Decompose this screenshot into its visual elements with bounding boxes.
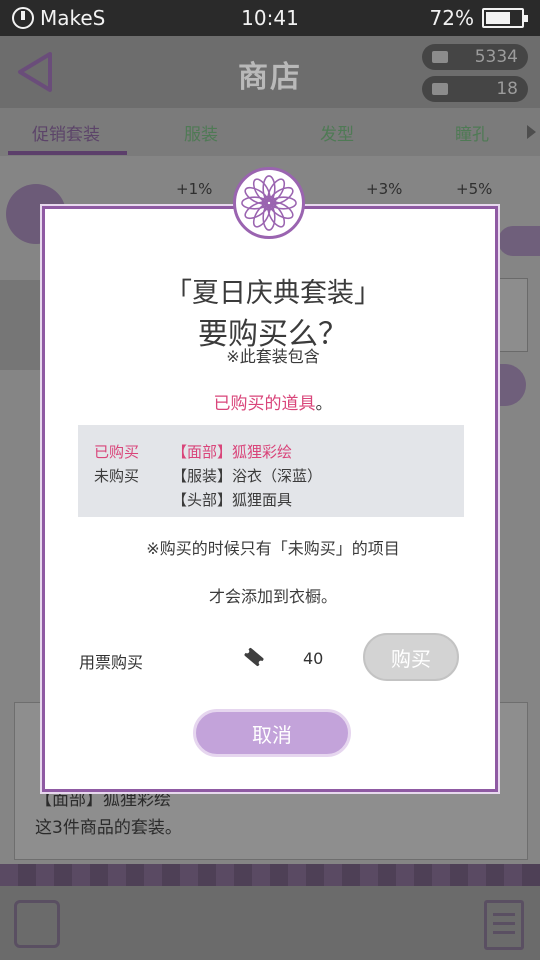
- wardrobe-note-cont: 才会添加到衣橱。: [208, 587, 337, 606]
- tab-clothing[interactable]: 服装: [184, 120, 218, 145]
- buy-button[interactable]: 购买: [363, 633, 459, 681]
- list-item: 【面部】狐狸彩绘: [172, 443, 293, 461]
- stat-bonus: +5%: [456, 180, 493, 198]
- dialog-title: 「夏日庆典套装」: [165, 278, 381, 309]
- flower-icon: [241, 175, 297, 231]
- currency-coins: 5334: [422, 44, 528, 70]
- tab-eyes[interactable]: 瞳孔: [455, 120, 489, 145]
- item-status-purchased: 已购买: [94, 443, 140, 461]
- description-line: 这3件商品的套装。: [35, 818, 182, 838]
- flower-emblem-icon: [233, 167, 305, 239]
- battery-percent: 72%: [429, 6, 474, 30]
- purchase-dialog: 「夏日庆典套装」 要购买么？ ※此套装包含 已购买的道具。 已购买 【面部】狐狸…: [42, 206, 498, 792]
- list-item: 【服装】浴衣（深蓝）: [172, 467, 323, 485]
- battery-status: 72%: [429, 6, 528, 30]
- help-icon: [498, 226, 540, 256]
- level-panel: [0, 280, 44, 370]
- item-status-not-purchased: 未购买: [94, 467, 140, 485]
- currency-tickets: 18: [422, 76, 528, 102]
- memo-icon: [484, 900, 524, 950]
- ticket-purchase-label: 用票购买: [79, 653, 144, 672]
- purchased-suffix: 。: [315, 394, 333, 414]
- coin-icon: [432, 51, 448, 63]
- decorative-border: [0, 864, 540, 886]
- wardrobe-note: ※购买的时候只有「未购买」的项目: [146, 539, 400, 558]
- purchased-phrase: 已购买的道具: [213, 394, 316, 414]
- tab-promo-sets[interactable]: 促销套装: [32, 120, 100, 145]
- ticket-icon: [244, 647, 264, 667]
- coin-count: 5334: [474, 47, 518, 67]
- wardrobe-icon: [14, 900, 60, 948]
- status-bar: MakeS 10:41 72%: [0, 0, 540, 36]
- set-items-list: 已购买 【面部】狐狸彩绘 未购买 【服装】浴衣（深蓝） 【头部】狐狸面具: [78, 425, 464, 517]
- category-tabs: 促销套装 服装 发型 瞳孔: [0, 108, 540, 156]
- active-tab-indicator: [8, 151, 127, 155]
- stat-bonus: +1%: [176, 180, 213, 198]
- battery-fill: [486, 12, 511, 24]
- battery-icon: [482, 8, 528, 28]
- tab-hairstyle[interactable]: 发型: [320, 120, 354, 145]
- stat-bonus: +3%: [366, 180, 403, 198]
- bottom-bar: [0, 886, 540, 960]
- tabs-next-arrow-icon[interactable]: [527, 125, 536, 139]
- app-header: 商店 5334 18: [0, 36, 540, 108]
- ticket-count: 18: [496, 79, 518, 99]
- ticket-price: 40: [303, 649, 324, 668]
- dialog-subtitle: ※此套装包含: [226, 347, 320, 366]
- list-item: 【头部】狐狸面具: [172, 491, 293, 509]
- purchased-note: 已购买的道具。: [45, 389, 501, 414]
- cancel-button[interactable]: 取消: [193, 709, 351, 757]
- ticket-icon: [432, 83, 448, 95]
